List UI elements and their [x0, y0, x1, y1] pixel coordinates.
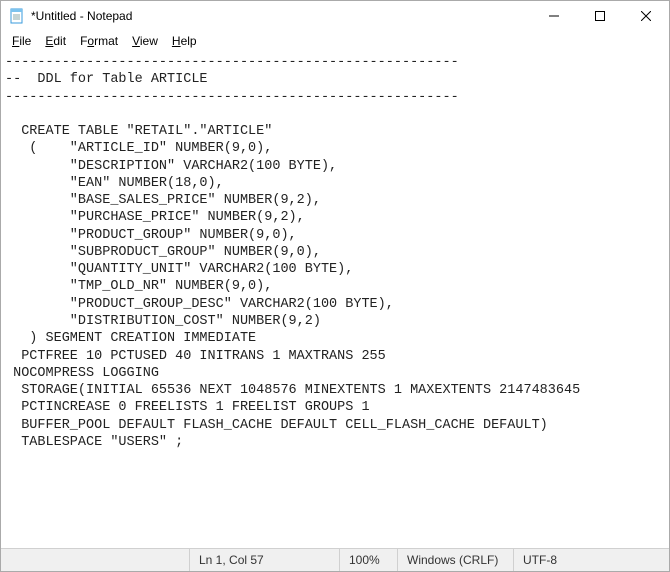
- menubar: File Edit Format View Help: [1, 31, 669, 51]
- titlebar: *Untitled - Notepad: [1, 1, 669, 31]
- status-spacer: [1, 549, 189, 571]
- close-button[interactable]: [623, 1, 669, 31]
- notepad-icon: [9, 8, 25, 24]
- maximize-button[interactable]: [577, 1, 623, 31]
- text-editor-area[interactable]: ----------------------------------------…: [1, 51, 669, 548]
- status-eol: Windows (CRLF): [397, 549, 513, 571]
- window-controls: [531, 1, 669, 31]
- menu-help[interactable]: Help: [165, 32, 204, 50]
- menu-edit[interactable]: Edit: [38, 32, 73, 50]
- status-encoding: UTF-8: [513, 549, 669, 571]
- menu-file[interactable]: File: [5, 32, 38, 50]
- status-zoom: 100%: [339, 549, 397, 571]
- menu-format[interactable]: Format: [73, 32, 125, 50]
- minimize-button[interactable]: [531, 1, 577, 31]
- status-lncol: Ln 1, Col 57: [189, 549, 339, 571]
- window-title: *Untitled - Notepad: [31, 9, 531, 23]
- menu-view[interactable]: View: [125, 32, 165, 50]
- statusbar: Ln 1, Col 57 100% Windows (CRLF) UTF-8: [1, 548, 669, 571]
